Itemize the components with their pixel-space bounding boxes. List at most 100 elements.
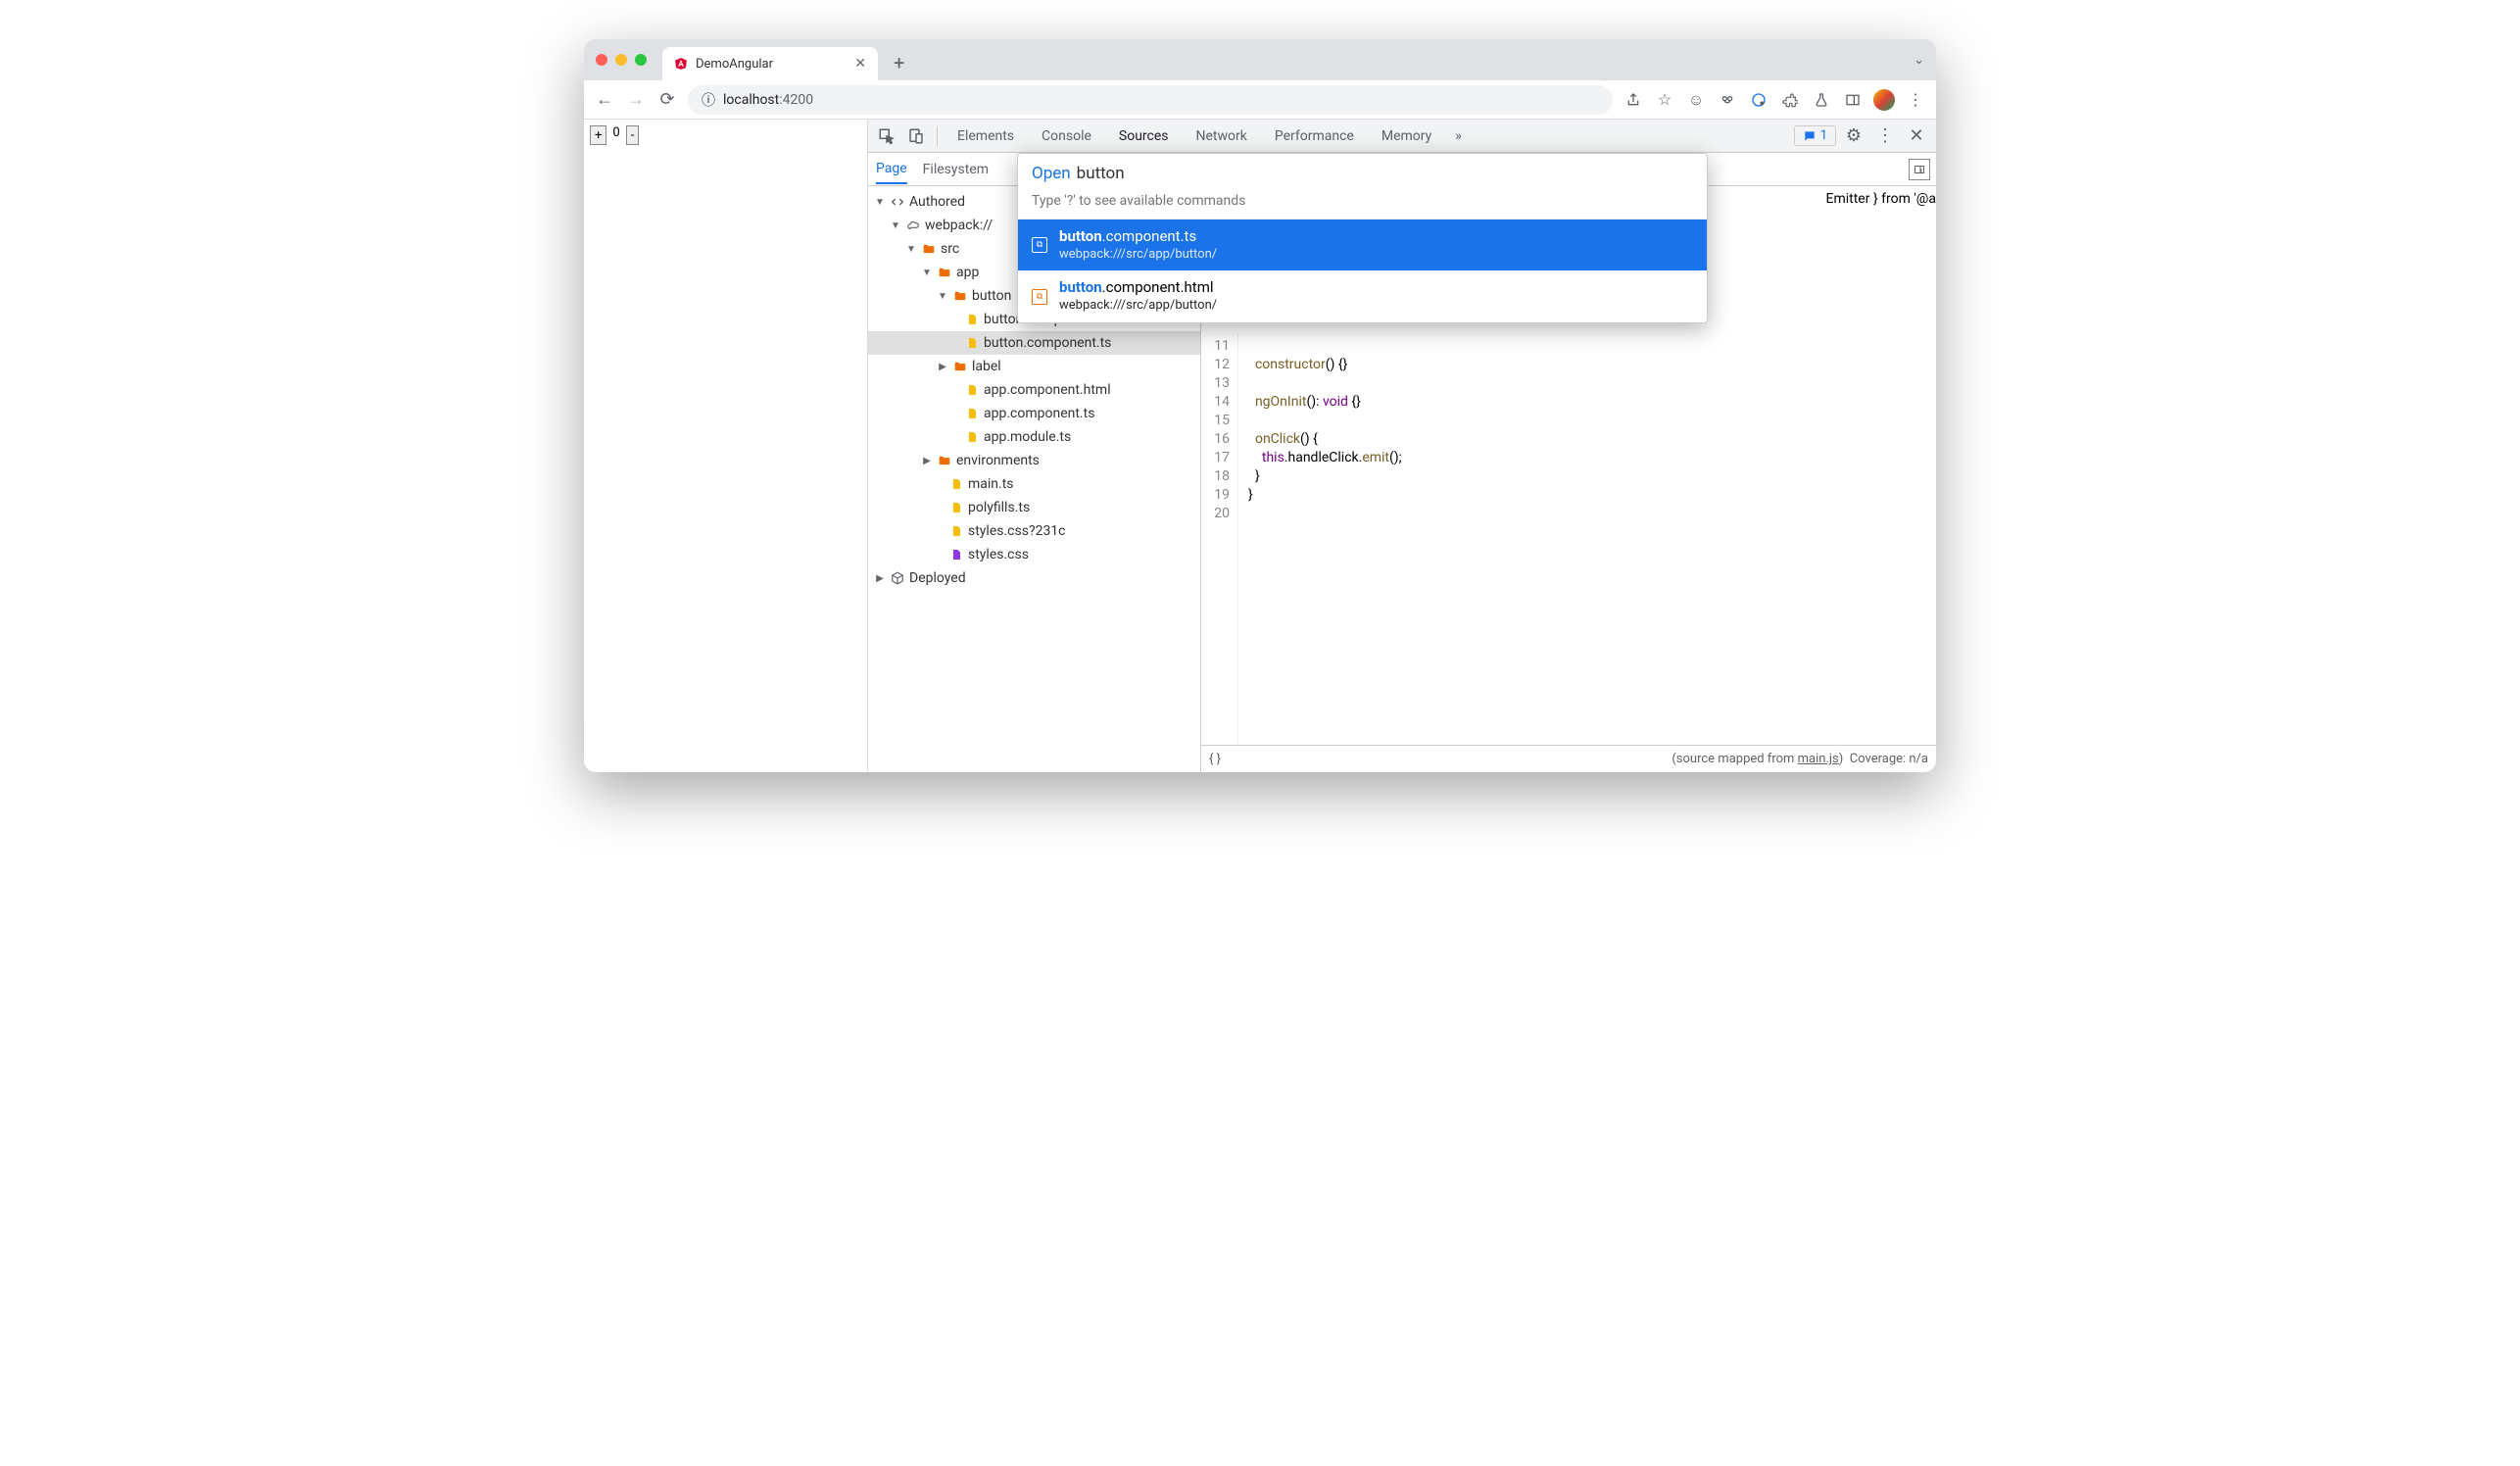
palette-open-label: Open: [1032, 164, 1071, 183]
file-icon: [964, 382, 980, 398]
palette-search[interactable]: Open button: [1018, 154, 1707, 193]
titlebar: DemoAngular ✕ + ⌄: [584, 39, 1936, 80]
tree-label[interactable]: ▶label: [868, 355, 1200, 378]
reload-button[interactable]: ⟳: [656, 89, 678, 110]
profile-avatar[interactable]: [1873, 89, 1895, 111]
tree-styles[interactable]: styles.css: [868, 543, 1200, 566]
pretty-print-icon[interactable]: { }: [1209, 752, 1221, 766]
extension-icon-2[interactable]: [1717, 89, 1738, 111]
extensions-icon[interactable]: [1779, 89, 1801, 111]
url-input[interactable]: ⓘ localhost:4200: [688, 85, 1613, 115]
box-icon: [890, 570, 905, 586]
file-icon: [948, 500, 964, 515]
editor-pane: Emitter } from '@a 11 12 13 14 15 16 17 …: [1201, 153, 1936, 772]
file-icon: [964, 312, 980, 327]
minimize-window-button[interactable]: [615, 54, 627, 66]
content-area: +0- Elements Console Sources Network Per…: [584, 120, 1936, 772]
palette-item[interactable]: ⧉ button.component.tswebpack:///src/app/…: [1018, 220, 1707, 270]
minus-button[interactable]: -: [626, 125, 640, 145]
tree-polyfills[interactable]: polyfills.ts: [868, 496, 1200, 519]
issues-button[interactable]: 1: [1794, 125, 1836, 146]
side-panel-icon[interactable]: [1842, 89, 1864, 111]
tab-memory[interactable]: Memory: [1370, 120, 1443, 153]
separator: [937, 126, 938, 146]
plus-button[interactable]: +: [590, 125, 606, 145]
palette-hint: Type '?' to see available commands: [1018, 193, 1707, 219]
palette-query: button: [1077, 164, 1125, 183]
browser-tab[interactable]: DemoAngular ✕: [662, 47, 878, 80]
tab-performance[interactable]: Performance: [1263, 120, 1366, 153]
tab-sources[interactable]: Sources: [1107, 120, 1181, 153]
counter-value: 0: [608, 125, 623, 145]
extension-icon-3[interactable]: [1748, 89, 1769, 111]
line-gutter: 11 12 13 14 15 16 17 18 19 20: [1201, 333, 1238, 745]
chrome-menu-icon[interactable]: ⋮: [1905, 89, 1926, 111]
tree-app-module[interactable]: app.module.ts: [868, 425, 1200, 449]
tab-console[interactable]: Console: [1030, 120, 1103, 153]
labs-icon[interactable]: [1811, 89, 1832, 111]
cloud-icon: [905, 218, 921, 233]
mapped-suffix: ): [1839, 752, 1844, 766]
subtab-filesystem[interactable]: Filesystem: [923, 156, 989, 183]
tree-app-html[interactable]: app.component.html: [868, 378, 1200, 402]
code-partial-line: Emitter } from '@a: [1817, 186, 1937, 209]
browser-window: DemoAngular ✕ + ⌄ ← → ⟳ ⓘ localhost:4200…: [584, 39, 1936, 772]
coverage-label: Coverage: n/a: [1850, 752, 1928, 766]
tree-button-ts[interactable]: button.component.ts: [868, 331, 1200, 355]
folder-icon: [952, 288, 968, 304]
folder-icon: [952, 359, 968, 374]
subtab-page[interactable]: Page: [876, 155, 907, 184]
tree-main[interactable]: main.ts: [868, 472, 1200, 496]
tree-styles-q[interactable]: styles.css?231c: [868, 519, 1200, 543]
file-icon: [964, 429, 980, 445]
device-toggle-icon[interactable]: [903, 123, 929, 149]
inspect-element-icon[interactable]: [874, 123, 899, 149]
issues-count: 1: [1820, 128, 1827, 143]
palette-results: ⧉ button.component.tswebpack:///src/app/…: [1018, 219, 1707, 322]
new-tab-button[interactable]: +: [894, 51, 904, 74]
close-devtools-icon[interactable]: ✕: [1903, 125, 1930, 146]
url-host: localhost: [723, 92, 779, 108]
source-map-link[interactable]: main.js: [1798, 752, 1839, 766]
settings-icon[interactable]: ⚙: [1840, 125, 1867, 146]
tab-network[interactable]: Network: [1185, 120, 1259, 153]
file-icon: [948, 523, 964, 539]
maximize-window-button[interactable]: [635, 54, 647, 66]
devtools-toolbar: Elements Console Sources Network Perform…: [868, 120, 1936, 153]
script-icon: ⧉: [1032, 237, 1047, 253]
file-icon: [964, 406, 980, 421]
folder-icon: [921, 241, 937, 257]
more-tabs-icon[interactable]: »: [1447, 128, 1470, 144]
tree-deployed[interactable]: ▶Deployed: [868, 566, 1200, 590]
palette-item[interactable]: ⧉ button.component.htmlwebpack:///src/ap…: [1018, 270, 1707, 321]
tab-elements[interactable]: Elements: [945, 120, 1026, 153]
code-editor[interactable]: 11 12 13 14 15 16 17 18 19 20 constructo…: [1201, 333, 1936, 745]
tab-close-button[interactable]: ✕: [854, 56, 866, 72]
window-controls: [596, 54, 647, 66]
tree-app-ts[interactable]: app.component.ts: [868, 402, 1200, 425]
folder-icon: [937, 265, 952, 280]
address-bar: ← → ⟳ ⓘ localhost:4200 ☆ ☺ ⋮: [584, 80, 1936, 120]
share-icon[interactable]: [1623, 89, 1644, 111]
close-window-button[interactable]: [596, 54, 607, 66]
extension-icon-1[interactable]: ☺: [1685, 89, 1707, 111]
script-icon: ⧉: [1032, 289, 1047, 305]
forward-button[interactable]: →: [625, 89, 647, 110]
folder-icon: [937, 453, 952, 468]
command-palette: Open button Type '?' to see available co…: [1017, 153, 1708, 323]
devtools-menu-icon[interactable]: ⋮: [1871, 125, 1899, 146]
tree-environments[interactable]: ▶environments: [868, 449, 1200, 472]
back-button[interactable]: ←: [594, 89, 615, 110]
bookmark-icon[interactable]: ☆: [1654, 89, 1675, 111]
url-port: :4200: [779, 92, 813, 108]
tabs-dropdown-icon[interactable]: ⌄: [1914, 53, 1924, 68]
toggle-debugger-icon[interactable]: [1909, 159, 1930, 180]
file-icon: [948, 547, 964, 562]
page-viewport: +0-: [584, 120, 868, 772]
file-icon: [964, 335, 980, 351]
devtools-body: Page Filesystem ▼Authored ▼webpack:// ▼s…: [868, 153, 1936, 772]
site-info-icon[interactable]: ⓘ: [702, 90, 715, 110]
devtools-panel: Elements Console Sources Network Perform…: [868, 120, 1936, 772]
mapped-prefix: (source mapped from: [1672, 752, 1797, 766]
editor-footer: { } (source mapped from main.js) Coverag…: [1201, 745, 1936, 772]
